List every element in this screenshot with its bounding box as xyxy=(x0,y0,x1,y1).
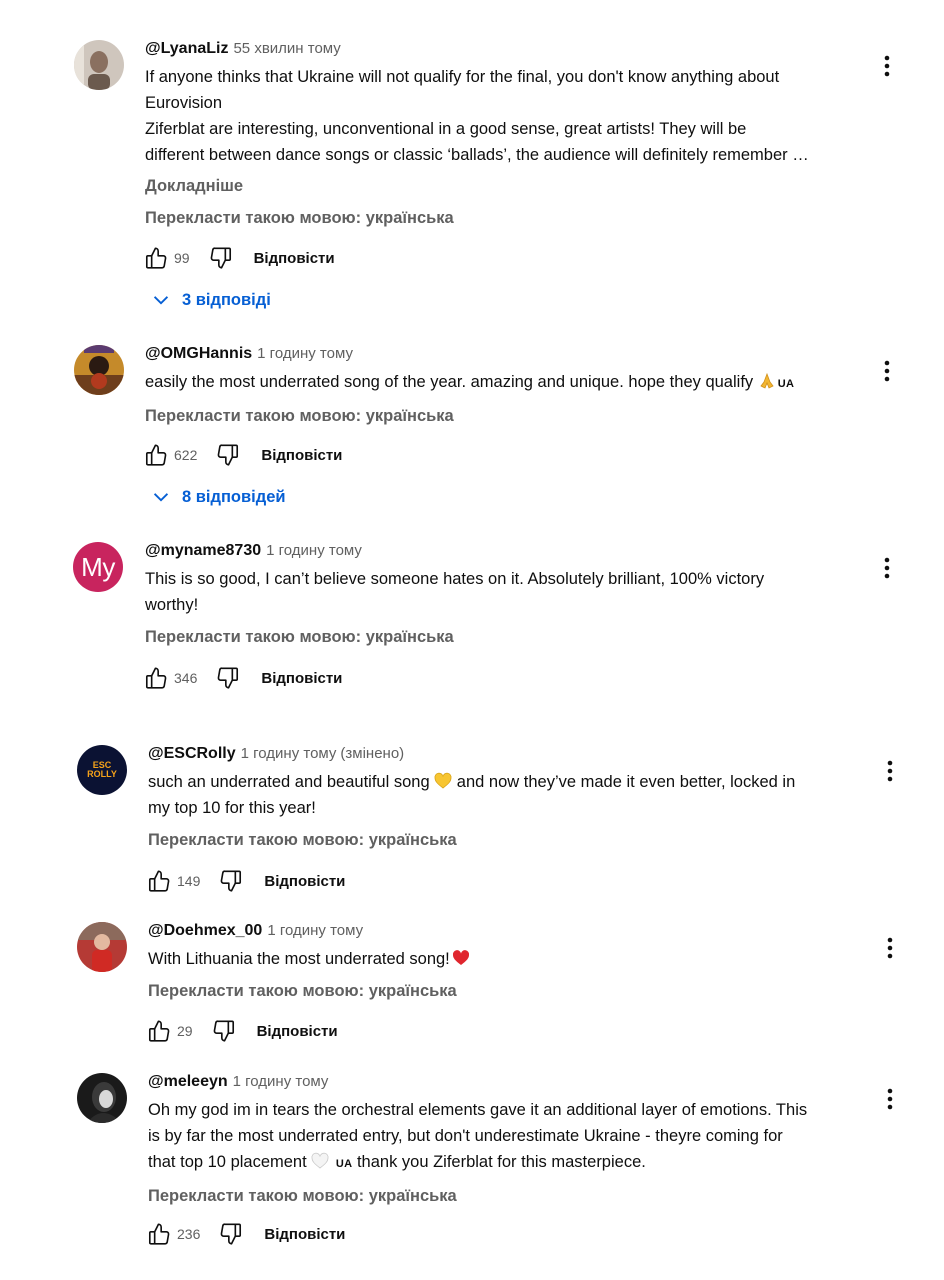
avatar[interactable]: ESC ROLLY xyxy=(77,745,127,795)
comment-body: @LyanaLiz 55 хвилин тому If anyone thinks… xyxy=(145,38,875,231)
flag-badge: UA xyxy=(777,378,795,390)
thumbs-up-icon[interactable] xyxy=(143,245,169,271)
reply-button[interactable]: Відповісти xyxy=(261,670,342,687)
translate-link[interactable]: Перекласти такою мовою: українська xyxy=(148,978,878,1004)
comment-body: @OMGHannis 1 годину тому easily the most … xyxy=(145,343,875,429)
thumbs-up-icon[interactable] xyxy=(143,442,169,468)
comment-header: @meleeyn 1 годину тому xyxy=(148,1071,878,1093)
comment-body: @myname8730 1 годину тому This is so good… xyxy=(145,540,875,650)
thumbs-down-icon[interactable] xyxy=(215,442,241,468)
chevron-down-icon xyxy=(150,486,172,508)
translate-link[interactable]: Перекласти такою мовою: українська xyxy=(145,403,875,429)
avatar[interactable] xyxy=(77,922,127,972)
reply-button[interactable]: Відповісти xyxy=(254,250,335,267)
thumbs-down-icon[interactable] xyxy=(218,1221,244,1247)
timestamp[interactable]: 1 годину тому xyxy=(257,345,353,362)
comment-text: such an underrated and beautiful song an… xyxy=(148,769,878,821)
yellow-heart-emoji-icon xyxy=(434,772,452,789)
timestamp[interactable]: 1 годину тому xyxy=(266,542,362,559)
comment-body: @ESCRolly 1 годину тому (змінено) such an … xyxy=(148,743,878,853)
thumbs-up-icon[interactable] xyxy=(146,1018,172,1044)
reply-button[interactable]: Відповісти xyxy=(261,447,342,464)
comment-body: @Doehmex_00 1 годину тому With Lithuania … xyxy=(148,920,878,1004)
comment-header: @ESCRolly 1 годину тому (змінено) xyxy=(148,743,878,765)
author-handle[interactable]: @myname8730 xyxy=(145,542,261,559)
show-replies-button[interactable]: 8 відповідей xyxy=(146,486,286,508)
white-heart-emoji-icon xyxy=(311,1152,329,1169)
avatar-initials: My xyxy=(81,551,115,582)
action-bar: 236 Відповісти xyxy=(146,1219,345,1249)
more-actions-icon[interactable] xyxy=(880,935,900,961)
flag-badge: UA xyxy=(335,1158,353,1170)
translate-link[interactable]: Перекласти такою мовою: українська xyxy=(148,827,878,853)
like-count: 622 xyxy=(174,447,198,463)
author-handle[interactable]: @meleeyn xyxy=(148,1073,228,1090)
action-bar: 99 Відповісти xyxy=(143,243,335,273)
translate-link[interactable]: Перекласти такою мовою: українська xyxy=(145,205,875,231)
comment-text-part: With Lithuania the most underrated song! xyxy=(148,950,450,968)
comment-text-part: easily the most underrated song of the y… xyxy=(145,373,758,391)
thumbs-down-icon[interactable] xyxy=(211,1018,237,1044)
like-count: 99 xyxy=(174,250,190,266)
more-actions-icon[interactable] xyxy=(877,53,897,79)
comment-body: @meleeyn 1 годину тому Oh my god im in te… xyxy=(148,1071,878,1209)
comment-text: If anyone thinks that Ukraine will not q… xyxy=(145,68,809,164)
reply-button[interactable]: Відповісти xyxy=(264,1226,345,1243)
red-heart-emoji-icon xyxy=(452,950,469,965)
avatar-logo-text: ESC ROLLY xyxy=(87,760,117,779)
thumbs-down-icon[interactable] xyxy=(215,665,241,691)
timestamp[interactable]: 1 годину тому xyxy=(233,1073,329,1090)
comment-text-part: such an underrated and beautiful song xyxy=(148,773,435,791)
avatar[interactable]: My xyxy=(73,542,123,592)
comment-text: With Lithuania the most underrated song! xyxy=(148,946,878,972)
reply-button[interactable]: Відповісти xyxy=(257,1023,338,1040)
translate-link[interactable]: Перекласти такою мовою: українська xyxy=(145,624,875,650)
author-handle[interactable]: @ESCRolly xyxy=(148,745,236,762)
action-bar: 622 Відповісти xyxy=(143,440,342,470)
action-bar: 149 Відповісти xyxy=(146,866,345,896)
comment-text: easily the most underrated song of the y… xyxy=(145,369,875,397)
like-count: 346 xyxy=(174,670,198,686)
folded-hands-emoji-icon xyxy=(760,372,774,389)
more-actions-icon[interactable] xyxy=(880,758,900,784)
thumbs-up-icon[interactable] xyxy=(143,665,169,691)
edited-label: (змінено) xyxy=(340,745,405,762)
thumbs-up-icon[interactable] xyxy=(146,868,172,894)
comment-header: @Doehmex_00 1 годину тому xyxy=(148,920,878,942)
avatar[interactable] xyxy=(74,345,124,395)
read-more-link[interactable]: Докладніше xyxy=(145,173,875,199)
like-count: 236 xyxy=(177,1226,201,1242)
more-actions-icon[interactable] xyxy=(877,358,897,384)
author-handle[interactable]: @OMGHannis xyxy=(145,345,252,362)
like-count: 29 xyxy=(177,1023,193,1039)
thumbs-up-icon[interactable] xyxy=(146,1221,172,1247)
like-count: 149 xyxy=(177,873,201,889)
action-bar: 346 Відповісти xyxy=(143,663,342,693)
comment-text-part: thank you Ziferblat for this masterpiece… xyxy=(352,1153,646,1171)
comment-header: @LyanaLiz 55 хвилин тому xyxy=(145,38,875,60)
thumbs-down-icon[interactable] xyxy=(218,868,244,894)
action-bar: 29 Відповісти xyxy=(146,1016,338,1046)
timestamp[interactable]: 1 годину тому xyxy=(241,745,337,762)
chevron-down-icon xyxy=(150,289,172,311)
replies-count: 3 відповіді xyxy=(182,290,271,309)
thumbs-down-icon[interactable] xyxy=(208,245,234,271)
timestamp[interactable]: 55 хвилин тому xyxy=(233,40,340,57)
author-handle[interactable]: @LyanaLiz xyxy=(145,40,228,57)
comment-text: Oh my god im in tears the orchestral ele… xyxy=(148,1097,878,1177)
comment-header: @OMGHannis 1 годину тому xyxy=(145,343,875,365)
avatar[interactable] xyxy=(77,1073,127,1123)
more-actions-icon[interactable] xyxy=(877,555,897,581)
comment-text: This is so good, I can’t believe someone… xyxy=(145,570,765,614)
show-replies-button[interactable]: 3 відповіді xyxy=(146,289,271,311)
translate-link[interactable]: Перекласти такою мовою: українська xyxy=(148,1183,878,1209)
replies-count: 8 відповідей xyxy=(182,487,286,506)
author-handle[interactable]: @Doehmex_00 xyxy=(148,922,262,939)
comment-header: @myname8730 1 годину тому xyxy=(145,540,875,562)
avatar[interactable] xyxy=(74,40,124,90)
reply-button[interactable]: Відповісти xyxy=(264,873,345,890)
timestamp[interactable]: 1 годину тому xyxy=(267,922,363,939)
more-actions-icon[interactable] xyxy=(880,1086,900,1112)
